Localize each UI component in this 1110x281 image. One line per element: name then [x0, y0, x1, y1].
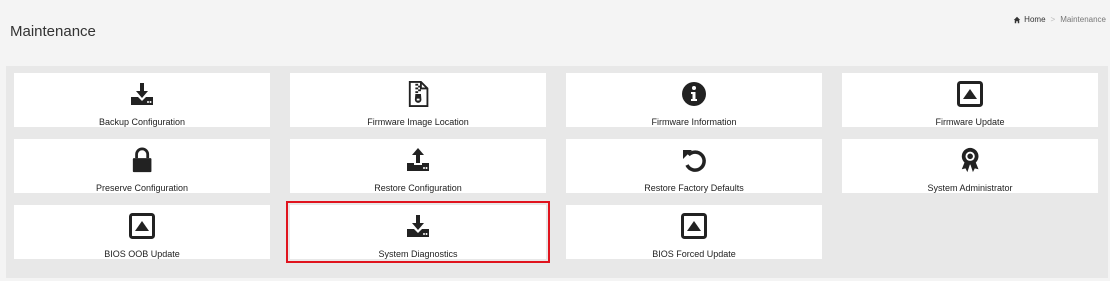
tile-restore-configuration[interactable]: Restore Configuration: [290, 139, 546, 193]
upload-box-icon: [681, 212, 707, 240]
tile-bios-forced-update[interactable]: BIOS Forced Update: [566, 205, 822, 259]
file-zip-icon: [407, 80, 429, 108]
breadcrumb-separator: >: [1050, 15, 1056, 24]
tile-label: Firmware Update: [935, 117, 1005, 127]
tile-system-administrator[interactable]: System Administrator: [842, 139, 1098, 193]
page-title: Maintenance: [10, 23, 96, 40]
info-circle-icon: [681, 80, 707, 108]
tile-preserve-configuration[interactable]: Preserve Configuration: [14, 139, 270, 193]
upload-drive-icon: [405, 146, 431, 174]
breadcrumb-home[interactable]: Home: [1013, 15, 1046, 24]
lock-icon: [131, 146, 153, 174]
tile-firmware-image-location[interactable]: Firmware Image Location: [290, 73, 546, 127]
tile-label: Restore Factory Defaults: [644, 183, 744, 193]
tile-label: BIOS Forced Update: [652, 249, 736, 259]
tile-label: Firmware Information: [651, 117, 737, 127]
maintenance-panel: Backup Configuration Firmware Image Loca…: [6, 66, 1108, 278]
tile-firmware-update[interactable]: Firmware Update: [842, 73, 1098, 127]
tile-label: Preserve Configuration: [95, 183, 189, 193]
tile-label: System Administrator: [927, 183, 1013, 193]
tile-label: System Diagnostics: [378, 249, 458, 259]
tile-label: Firmware Image Location: [367, 117, 469, 127]
download-drive-icon: [129, 80, 155, 108]
breadcrumb-current: Maintenance: [1060, 15, 1106, 24]
breadcrumb-home-label[interactable]: Home: [1024, 15, 1045, 24]
upload-box-icon: [957, 80, 983, 108]
tile-system-diagnostics[interactable]: System Diagnostics: [286, 201, 550, 263]
tile-restore-factory-defaults[interactable]: Restore Factory Defaults: [566, 139, 822, 193]
breadcrumb: Home > Maintenance: [1013, 15, 1106, 24]
maintenance-grid: Backup Configuration Firmware Image Loca…: [14, 73, 1098, 263]
tile-backup-configuration[interactable]: Backup Configuration: [14, 73, 270, 127]
award-icon: [959, 146, 981, 174]
tile-label: Restore Configuration: [374, 183, 462, 193]
tile-label: Backup Configuration: [98, 117, 186, 127]
download-drive-icon: [405, 212, 431, 240]
undo-icon: [681, 146, 707, 174]
tile-label: BIOS OOB Update: [104, 249, 180, 259]
home-icon: [1013, 16, 1021, 23]
tile-firmware-information[interactable]: Firmware Information: [566, 73, 822, 127]
upload-box-icon: [129, 212, 155, 240]
tile-bios-oob-update[interactable]: BIOS OOB Update: [14, 205, 270, 259]
